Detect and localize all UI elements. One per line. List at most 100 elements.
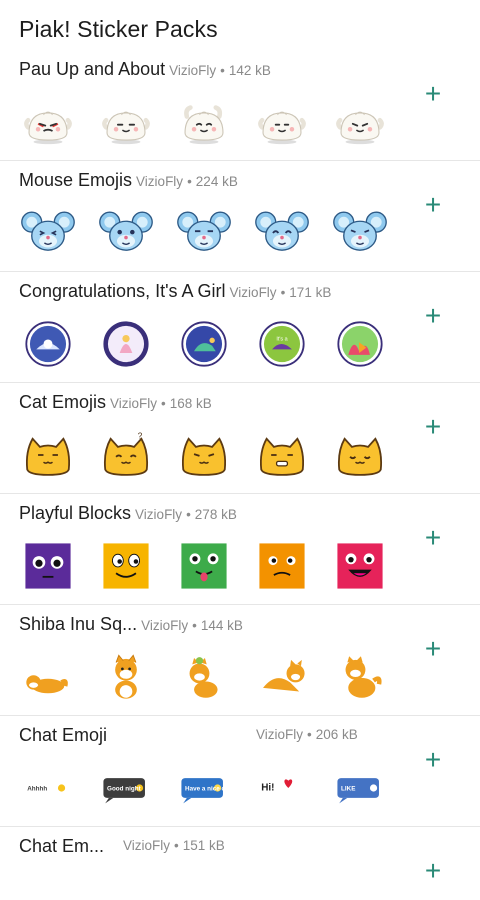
block-sticker — [98, 538, 154, 594]
cat-sticker — [176, 427, 232, 483]
sticker-pack-row[interactable]: Congratulations, It's A Girl VizioFly • 171… — [0, 272, 480, 383]
pack-name: Mouse Emojis — [19, 170, 133, 190]
pack-author: VizioFly — [136, 174, 184, 189]
sticker-pack-row[interactable]: Mouse Emojis VizioFly • 224 kB + — [0, 161, 480, 272]
pack-author: VizioFly — [169, 63, 217, 78]
sticker-pack-row[interactable]: Pau Up and About VizioFly • 142 kB + — [0, 50, 480, 161]
sticker-preview-strip: ? — [0, 427, 420, 485]
add-pack-button[interactable]: + — [422, 855, 444, 886]
add-pack-button[interactable]: + — [422, 744, 444, 775]
badge-sticker — [20, 316, 76, 372]
badge-sticker — [332, 316, 388, 372]
add-pack-button[interactable]: + — [422, 78, 444, 109]
pack-header: Playful Blocks VizioFly • 278 kB — [19, 503, 237, 524]
badge-sticker — [176, 316, 232, 372]
svg-text:LIKE: LIKE — [341, 786, 355, 793]
pack-header: Chat Em... — [19, 836, 104, 857]
mouse-sticker — [176, 205, 232, 261]
pack-header: Chat Emoji — [19, 725, 107, 746]
shiba-sticker — [254, 649, 310, 705]
cat-sticker — [254, 427, 310, 483]
svg-text:Hi!: Hi! — [261, 783, 274, 794]
shiba-sticker — [20, 649, 76, 705]
pack-meta: VizioFly • 224 kB — [136, 174, 238, 189]
sticker-preview-strip: It's a — [0, 316, 420, 374]
pack-size: 168 kB — [169, 396, 212, 411]
pack-size: 142 kB — [228, 63, 271, 78]
sticker-pack-row[interactable]: Cat Emojis VizioFly • 168 kB + ? — [0, 383, 480, 494]
svg-text:It's a: It's a — [276, 336, 287, 342]
sticker-pack-row[interactable]: Playful Blocks VizioFly • 278 kB + — [0, 494, 480, 605]
pack-size: 144 kB — [200, 618, 243, 633]
chat2-sticker: Sorry — [20, 885, 76, 900]
sticker-pack-row[interactable]: Chat Em... VizioFly•151 kB + Sorry Thank you… — [0, 827, 480, 900]
pack-author: VizioFly — [135, 507, 183, 522]
add-pack-button[interactable]: + — [422, 522, 444, 553]
sticker-preview-strip — [0, 94, 420, 152]
badge-sticker — [98, 316, 154, 372]
bun-sticker — [332, 94, 388, 150]
pack-name: Playful Blocks — [19, 503, 132, 523]
chat-sticker: Hi! — [254, 760, 310, 816]
pack-name: Cat Emojis — [19, 392, 107, 412]
pack-name: Chat Emoji — [19, 725, 108, 745]
app-title: Piak! Sticker Packs — [19, 16, 218, 42]
chat-sticker: Have a nice day — [176, 760, 232, 816]
add-pack-button[interactable]: + — [422, 633, 444, 664]
plus-icon: + — [424, 300, 442, 331]
meta-separator: • — [174, 838, 179, 853]
meta-separator: • — [220, 63, 225, 78]
meta-separator: • — [161, 396, 166, 411]
meta-separator: • — [192, 618, 197, 633]
plus-icon: + — [424, 633, 442, 664]
pack-meta: VizioFly • 168 kB — [110, 396, 212, 411]
pack-name: Shiba Inu Sq... — [19, 614, 138, 634]
add-pack-button[interactable]: + — [422, 189, 444, 220]
svg-text:?: ? — [138, 432, 143, 441]
sticker-preview-strip: Sorry Thank you THX! What's it XOXO — [0, 885, 420, 900]
add-pack-button[interactable]: + — [422, 413, 444, 441]
shiba-sticker — [332, 649, 388, 705]
chat2-sticker: Thank you — [98, 885, 154, 900]
pack-size: 224 kB — [195, 174, 238, 189]
pack-meta: VizioFly • 151 kB — [123, 838, 225, 853]
plus-icon: + — [424, 522, 442, 553]
pack-size: 278 kB — [194, 507, 237, 522]
pack-header: Pau Up and About VizioFly • 142 kB — [19, 59, 271, 80]
sticker-preview-strip — [0, 205, 420, 263]
chat2-sticker: XOXO — [332, 885, 388, 900]
meta-separator: • — [280, 285, 286, 300]
chat-sticker: Good night — [98, 760, 154, 816]
mouse-sticker — [20, 205, 76, 261]
bun-sticker — [98, 94, 154, 150]
pack-meta: VizioFly • 278 kB — [135, 507, 237, 522]
mouse-sticker — [98, 205, 154, 261]
sticker-preview-strip: Ahhhh Good night Have a nice day Hi! LIKE — [0, 760, 420, 818]
pack-header: Congratulations, It's A Girl VizioFly • 171… — [19, 281, 331, 302]
sticker-pack-row[interactable]: Shiba Inu Sq... VizioFly • 144 kB + — [0, 605, 480, 716]
pack-name: Pau Up and About — [19, 59, 166, 79]
pack-author: VizioFly — [110, 396, 158, 411]
sticker-pack-row[interactable]: Chat Emoji VizioFly • 206 kB + Ahhhh Good nigh… — [0, 716, 480, 827]
chat-sticker: LIKE — [332, 760, 388, 816]
cat-sticker — [332, 427, 388, 483]
plus-icon: + — [424, 744, 442, 775]
meta-separator: • — [187, 174, 192, 189]
pack-size: 171 kB — [289, 285, 332, 300]
pack-author: VizioFly — [256, 727, 304, 742]
sticker-preview-strip — [0, 538, 420, 596]
chat-sticker: Ahhhh — [20, 760, 76, 816]
cat-sticker: ? — [98, 427, 154, 483]
block-sticker — [254, 538, 310, 594]
bun-sticker — [254, 94, 310, 150]
meta-separator: • — [186, 507, 191, 522]
pack-name: Chat Em... — [19, 836, 105, 856]
mouse-sticker — [332, 205, 388, 261]
plus-icon: + — [424, 855, 442, 886]
plus-icon: + — [424, 78, 442, 109]
pack-header: Shiba Inu Sq... VizioFly • 144 kB — [19, 614, 243, 635]
plus-icon: + — [424, 189, 442, 220]
add-pack-button[interactable]: + — [422, 300, 444, 331]
svg-text:Good night: Good night — [107, 786, 142, 793]
shiba-sticker — [176, 649, 232, 705]
